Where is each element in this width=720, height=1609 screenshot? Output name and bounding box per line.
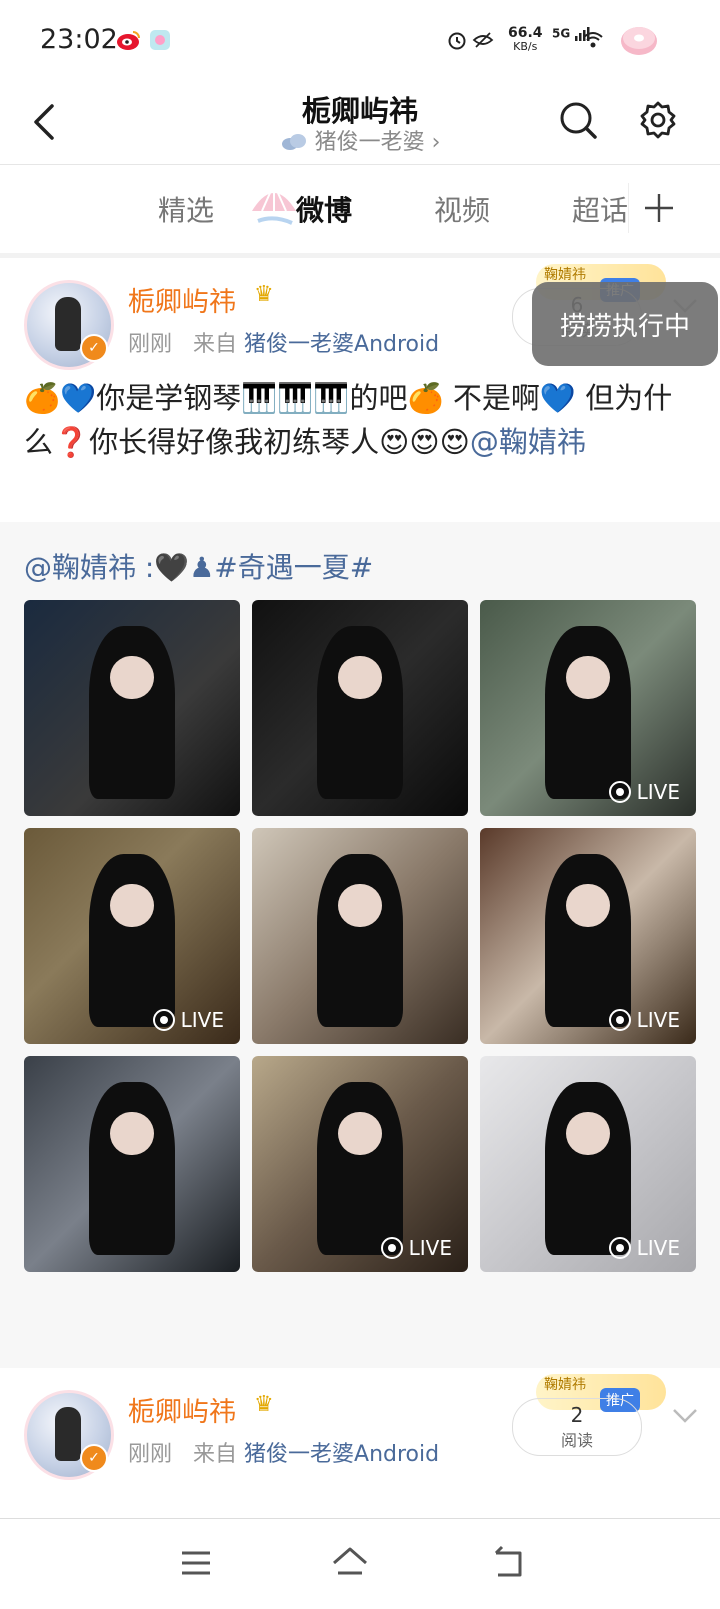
gear-icon[interactable] [636,98,680,142]
post-source[interactable]: 猪俊一老婆Android [244,332,439,357]
app-notification-icon [148,26,172,54]
post-image[interactable]: LIVE [480,600,696,816]
post-image[interactable]: LIVE [24,828,240,1044]
image-grid: LIVE LIVE LIVE LIVE LIVE [24,600,696,1272]
post-card[interactable]: ✓ 栀卿屿祎 ♛ 刚刚 来自 猪俊一老婆Android 鞠婧祎 推广 6 阅读 … [0,258,720,1608]
live-label: LIVE [636,1236,680,1260]
post-image[interactable] [252,600,468,816]
status-time: 23:02 [40,24,118,55]
live-label: LIVE [180,1008,224,1032]
post-time: 刚刚 [128,1442,173,1467]
live-photo-badge: LIVE [608,1236,680,1260]
post-image[interactable] [24,600,240,816]
add-tab-button[interactable] [628,183,689,233]
verified-badge-icon: ✓ [80,334,108,362]
live-icon [380,1237,403,1259]
post-text: 🍊💙你是学钢琴🎹🎹🎹的吧🍊 不是啊💙 但为什么❓你长得好像我初练琴人😍😍😍@鞠婧… [24,376,696,464]
live-photo-badge: LIVE [380,1236,452,1260]
tab-video[interactable]: 视频 [434,189,490,229]
repost-text[interactable]: @鞠婧祎 :🖤♟#奇遇一夏# [24,546,373,586]
live-photo-badge: LIVE [608,780,680,804]
weibo-icon [116,26,142,54]
post-username[interactable]: 栀卿屿祎 [128,280,236,319]
status-bar: 23:02 66.4 KB/s 5G [0,0,720,80]
tab-weibo[interactable]: 微博 [296,189,352,229]
subtitle-text: 猪俊一老婆 › [314,130,441,155]
network-speed: 66.4 KB/s [508,25,543,53]
read-label: 阅读 [560,1431,593,1450]
live-label: LIVE [408,1236,452,1260]
live-label: LIVE [636,1008,680,1032]
post-image[interactable]: LIVE [480,1056,696,1272]
search-icon[interactable] [556,98,600,142]
menu-icon[interactable] [174,1541,218,1585]
post-card[interactable]: ✓ 栀卿屿祎 ♛ 刚刚 来自 猪俊一老婆Android 鞠婧祎 推广 2 阅读 [0,1368,720,1518]
live-icon [608,1009,631,1031]
battery-donut-icon [618,20,660,60]
mention-link[interactable]: @鞠婧祎 [470,425,586,459]
profile-header: 栀卿屿祎 猪俊一老婆 › [0,80,720,164]
live-photo-badge: LIVE [152,1008,224,1032]
post-meta: 刚刚 来自 猪俊一老婆Android [128,326,439,358]
live-icon [608,781,631,803]
live-icon [152,1009,175,1031]
post-from-label: 来自 [193,1442,238,1467]
post-image[interactable] [24,1056,240,1272]
wifi-icon [582,26,604,54]
home-icon[interactable] [328,1541,372,1585]
post-source[interactable]: 猪俊一老婆Android [244,1442,439,1467]
system-nav-bar [0,1518,720,1609]
live-photo-badge: LIVE [608,1008,680,1032]
post-from-label: 来自 [193,332,238,357]
back-nav-icon[interactable] [486,1541,530,1585]
vip-crown-icon: ♛ [254,1392,274,1417]
tab-featured[interactable]: 精选 [158,189,214,229]
post-time: 刚刚 [128,332,173,357]
post-meta: 刚刚 来自 猪俊一老婆Android [128,1436,439,1468]
verified-badge-icon: ✓ [80,1444,108,1472]
chevron-down-icon[interactable] [670,1404,700,1428]
tab-bar: 精选 微博 视频 超话 [0,164,720,253]
shell-decoration-icon [252,189,296,225]
read-count: 2 [570,1403,584,1427]
live-icon [608,1237,631,1259]
post-image[interactable] [252,828,468,1044]
page-subtitle[interactable]: 猪俊一老婆 › [0,124,720,156]
plus-icon [645,194,673,222]
live-label: LIVE [636,780,680,804]
post-image[interactable]: LIVE [480,828,696,1044]
vip-crown-icon: ♛ [254,282,274,307]
alarm-icon [446,26,468,54]
read-count-pill[interactable]: 2 阅读 [512,1398,642,1456]
eye-off-icon [472,26,494,54]
cloud-icon [281,134,306,150]
repost-block[interactable]: @鞠婧祎 :🖤♟#奇遇一夏# LIVE LIVE LIVE LIVE LIVE [0,522,720,1378]
tab-super-topic[interactable]: 超话 [572,189,628,229]
toast-message: 捞捞执行中 [532,282,718,366]
post-username[interactable]: 栀卿屿祎 [128,1390,236,1429]
post-image[interactable]: LIVE [252,1056,468,1272]
